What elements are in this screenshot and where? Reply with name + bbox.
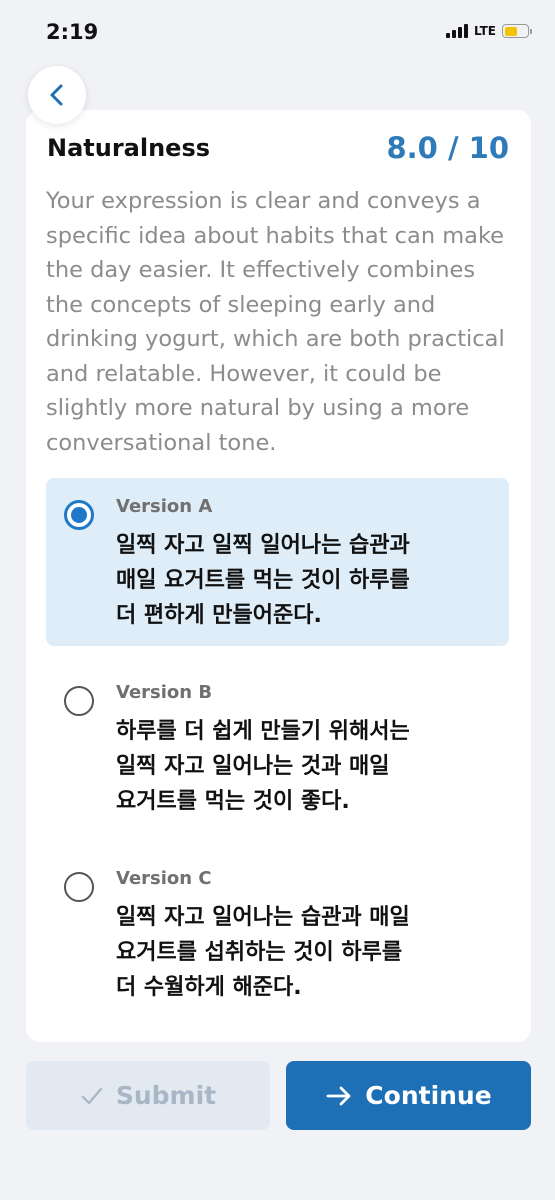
- feedback-text: Your expression is clear and conveys a s…: [46, 188, 505, 456]
- status-bar: 2:19 LTE: [0, 0, 555, 70]
- status-indicators: LTE: [445, 24, 532, 38]
- option-version-a[interactable]: Version A 일찍 자고 일찍 일어나는 습관과 매일 요거트를 먹는 것…: [46, 478, 509, 646]
- radio-button-selected[interactable]: [64, 500, 94, 530]
- back-button[interactable]: [28, 66, 86, 124]
- continue-button[interactable]: Continue: [286, 1061, 531, 1130]
- option-version-c[interactable]: Version C 일찍 자고 일어나는 습관과 매일 요거트를 섭취하는 것이…: [46, 850, 509, 1018]
- chevron-left-icon: [50, 84, 63, 106]
- continue-label: Continue: [365, 1081, 492, 1110]
- checkmark-icon: [80, 1084, 104, 1108]
- submit-button[interactable]: Submit: [26, 1061, 270, 1130]
- arrow-right-icon: [325, 1084, 353, 1108]
- network-type: LTE: [473, 24, 496, 38]
- metric-score: 8.0 / 10: [386, 131, 509, 165]
- signal-icon: [445, 24, 468, 38]
- submit-label: Submit: [115, 1081, 217, 1110]
- option-label: Version B: [116, 682, 213, 703]
- status-time: 2:19: [46, 20, 99, 44]
- battery-icon: [502, 24, 532, 38]
- metric-title: Naturalness: [47, 134, 211, 162]
- radio-button[interactable]: [64, 686, 94, 716]
- option-label: Version A: [116, 496, 213, 517]
- option-label: Version C: [116, 868, 212, 889]
- option-text: 일찍 자고 일찍 일어나는 습관과 매일 요거트를 먹는 것이 하루를 더 편하…: [116, 533, 410, 628]
- radio-button[interactable]: [64, 872, 94, 902]
- option-version-b[interactable]: Version B 하루를 더 쉽게 만들기 위해서는 일찍 자고 일어나는 것…: [46, 664, 509, 832]
- option-text: 일찍 자고 일어나는 습관과 매일 요거트를 섭취하는 것이 하루를 더 수월하…: [116, 905, 410, 1000]
- option-text: 하루를 더 쉽게 만들기 위해서는 일찍 자고 일어나는 것과 매일 요거트를 …: [116, 719, 410, 814]
